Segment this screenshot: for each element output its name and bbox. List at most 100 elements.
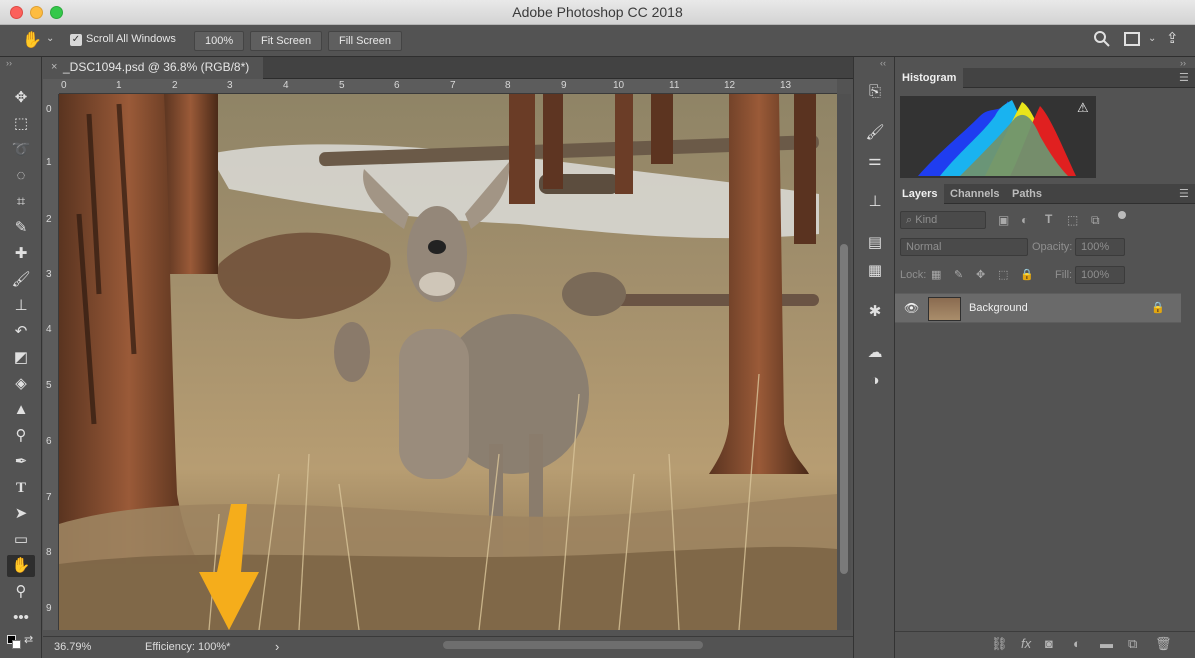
histogram-menu-icon[interactable]: ☰ [1179,71,1189,84]
libraries-icon[interactable]: ▤ [864,233,886,253]
marquee-tool-icon[interactable]: ⬚ [7,113,35,135]
panels-collapse-icon[interactable]: ›› [1180,58,1186,68]
zoom-tool-icon[interactable]: ⚲ [7,581,35,603]
minimize-window-button[interactable] [30,6,43,19]
zoom-level[interactable]: 36.79% [54,637,91,657]
ruler-tick-label: 1 [46,157,52,168]
horizontal-ruler[interactable]: 0 1 2 3 4 5 6 7 8 9 10 11 12 13 [59,79,837,94]
close-document-icon[interactable]: × [51,57,57,78]
tab-histogram[interactable]: Histogram [895,68,964,88]
adjustments-icon[interactable]: ⚌ [864,151,886,171]
tool-preset-chevron-icon[interactable]: ⌄ [46,33,54,44]
creative-cloud-icon[interactable]: ☁ [864,343,886,363]
delete-layer-icon[interactable]: 🗑 [1155,636,1172,652]
color-swatches-icon[interactable] [7,635,21,649]
filter-adjustment-icon[interactable]: ◐ [1021,213,1028,227]
filter-shape-icon[interactable]: ⬚ [1067,213,1078,227]
share-icon[interactable]: ⇪ [1166,29,1179,47]
layers-menu-icon[interactable]: ☰ [1179,187,1189,200]
color-icon[interactable]: ✱ [864,302,886,322]
new-group-icon[interactable]: ▬ [1100,636,1113,651]
vertical-scrollbar[interactable] [837,94,851,630]
paint-bucket-tool-icon[interactable]: ◈ [7,373,35,395]
filter-pixel-icon[interactable]: ▣ [998,213,1009,227]
title-bar: Adobe Photoshop CC 2018 [0,0,1195,25]
layer-thumbnail [928,297,961,321]
vertical-scroll-thumb[interactable] [840,244,848,574]
blend-mode-select[interactable]: Normal [900,238,1028,256]
add-mask-icon[interactable]: ◙ [1045,636,1053,651]
layer-row-background[interactable]: 👁 Background 🔒 [895,293,1181,323]
lock-all-icon[interactable]: 🔒 [1020,268,1034,281]
hand-tool-icon[interactable]: ✋ [7,555,35,577]
rectangle-tool-icon[interactable]: ▭ [7,529,35,551]
layer-name[interactable]: Background [969,302,1028,314]
link-layers-icon[interactable]: ⛓ [991,636,1008,652]
hand-tool-preset-icon[interactable]: ✋ [22,30,42,50]
workspace-chevron-icon[interactable]: ⌄ [1148,33,1156,44]
lock-position-icon[interactable]: ✥ [976,268,985,281]
tools-collapse-icon[interactable]: ›› [6,58,12,68]
opacity-field[interactable]: 100% [1075,238,1125,256]
vertical-ruler[interactable]: 0 1 2 3 4 5 6 7 8 9 [43,94,59,630]
horizontal-scroll-thumb[interactable] [443,641,703,649]
more-tools-icon[interactable]: ••• [7,607,35,629]
filter-type-icon[interactable]: T [1045,212,1052,226]
document-tab[interactable]: × _DSC1094.psd @ 36.8% (RGB/8*) [43,57,263,79]
dock-collapse-icon[interactable]: ‹‹ [880,58,886,68]
filter-smart-object-icon[interactable]: ⧉ [1091,213,1100,228]
eraser-tool-icon[interactable]: ◩ [7,347,35,369]
document-tab-title: _DSC1094.psd @ 36.8% (RGB/8*) [63,60,250,74]
clone-stamp-tool-icon[interactable]: ⊥ [7,295,35,317]
move-tool-icon[interactable]: ✥ [7,87,35,109]
tab-layers[interactable]: Layers [895,184,945,204]
layer-filter-select[interactable]: ⌕ Kind [900,211,986,229]
close-window-button[interactable] [10,6,23,19]
crop-tool-icon[interactable]: ⌗ [7,191,35,213]
sharpen-tool-icon[interactable]: ▲ [7,399,35,421]
properties-icon[interactable]: ▦ [864,261,886,281]
new-layer-icon[interactable]: ⧉ [1128,636,1137,652]
status-menu-arrow[interactable]: › [275,637,279,657]
clone-source-icon[interactable]: ⊥ [864,192,886,212]
history-brush-tool-icon[interactable]: ↶ [7,321,35,343]
layer-effects-icon[interactable]: fx [1021,636,1031,651]
tab-channels[interactable]: Channels [943,184,1007,204]
histogram-warning-icon[interactable]: ⚠ [1077,100,1089,116]
new-adjustment-layer-icon[interactable]: ◐ [1073,636,1081,651]
layer-visibility-eye-icon[interactable]: 👁 [904,301,919,315]
scroll-all-windows-label: Scroll All Windows [86,33,176,45]
maximize-window-button[interactable] [50,6,63,19]
tab-paths[interactable]: Paths [1005,184,1049,204]
ruler-origin[interactable] [43,79,59,94]
lock-image-icon[interactable]: ✎ [954,268,963,281]
filter-toggle-icon[interactable] [1118,211,1126,219]
quick-selection-tool-icon[interactable]: ◌ [7,165,35,187]
lasso-tool-icon[interactable]: ➰ [7,139,35,161]
fit-screen-button[interactable]: Fit Screen [250,31,323,51]
swap-colors-icon[interactable]: ⇄ [24,633,33,646]
zoom-100-button[interactable]: 100% [194,31,245,51]
brush-settings-icon[interactable]: 🖌 [864,123,886,143]
brush-tool-icon[interactable]: 🖌 [7,269,35,291]
ruler-tick-label: 6 [394,80,400,91]
document-canvas[interactable] [59,94,837,630]
dodge-tool-icon[interactable]: ⚲ [7,425,35,447]
scroll-all-windows-checkbox[interactable]: ✓ [70,34,82,46]
lock-transparent-icon[interactable]: ▦ [931,268,941,281]
eyedropper-tool-icon[interactable]: ✎ [7,217,35,239]
type-tool-icon[interactable]: T [7,477,35,499]
fill-screen-button[interactable]: Fill Screen [328,31,402,51]
panel-dock: ‹‹ ⎘ 🖌 ⚌ ⊥ ▤ ▦ ✱ ☁ ◑ [853,57,895,658]
status-bar: 36.79% Efficiency: 100%* › [43,636,853,658]
search-icon[interactable] [1093,30,1111,48]
healing-brush-tool-icon[interactable]: ✚ [7,243,35,265]
history-panel-icon[interactable]: ⎘ [864,82,886,102]
ruler-tick-label: 9 [561,80,567,91]
path-selection-tool-icon[interactable]: ➤ [7,503,35,525]
styles-icon[interactable]: ◑ [864,371,886,391]
pen-tool-icon[interactable]: ✒ [7,451,35,473]
fill-field[interactable]: 100% [1075,266,1125,284]
workspace-layout-icon[interactable] [1124,32,1140,46]
lock-artboard-icon[interactable]: ⬚ [998,268,1008,281]
